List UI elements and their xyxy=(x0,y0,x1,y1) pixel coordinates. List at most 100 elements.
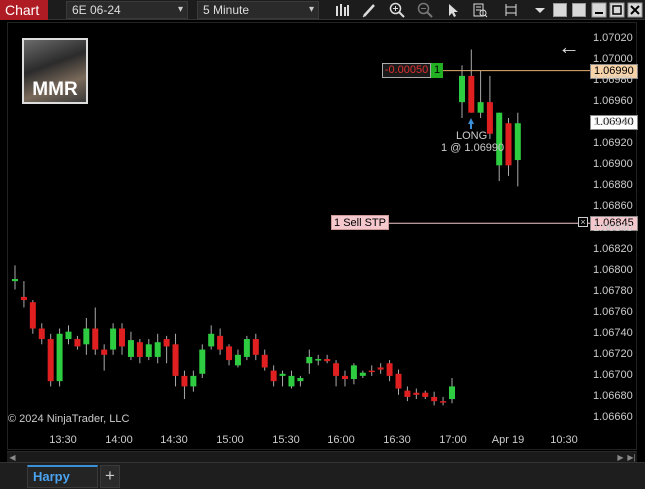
position-quantity[interactable]: 1 xyxy=(431,63,443,78)
candle-body xyxy=(315,359,322,361)
y-tick-label: 1.06680 xyxy=(593,389,633,402)
candle-body xyxy=(199,349,206,374)
y-tick-label: 1.06780 xyxy=(593,284,633,297)
candle-body xyxy=(234,354,241,366)
add-tab-button[interactable]: + xyxy=(100,465,120,488)
x-tick-label: 16:00 xyxy=(327,434,355,446)
candle-body xyxy=(368,370,375,373)
cancel-order-icon[interactable]: × xyxy=(578,217,588,227)
candle-body xyxy=(190,375,197,387)
candle-body xyxy=(38,328,45,340)
x-tick-label: 15:30 xyxy=(272,434,300,446)
candle-body xyxy=(359,372,366,376)
y-tick-label: 1.06840 xyxy=(593,221,633,234)
stop-order-label[interactable]: 1 Sell STP xyxy=(331,215,389,230)
candle-body xyxy=(270,370,277,382)
candle-body xyxy=(172,344,179,376)
y-tick-label: 1.06800 xyxy=(593,263,633,276)
candle-body xyxy=(297,377,304,382)
candle-body xyxy=(422,392,429,397)
logo-text: MMR xyxy=(32,79,78,100)
candle-body xyxy=(101,349,108,355)
candle-body xyxy=(181,375,188,387)
candle-body xyxy=(163,339,170,347)
candle-body xyxy=(505,123,512,166)
candle-body xyxy=(459,75,465,103)
candle-body xyxy=(431,396,438,402)
entry-label: LONG xyxy=(456,130,488,142)
y-tick-label: 1.06940 xyxy=(593,116,633,129)
horizontal-scrollbar[interactable]: ◀ ▶ ▶| xyxy=(7,451,637,462)
candle-body xyxy=(341,375,348,380)
x-tick-label: 15:00 xyxy=(216,434,244,446)
candle-body xyxy=(154,342,161,357)
candle-body xyxy=(83,328,90,345)
x-tick-label: 14:30 xyxy=(160,434,188,446)
candle-body xyxy=(386,363,393,376)
candle-body xyxy=(449,386,455,400)
candle-body xyxy=(486,102,493,134)
candle-body xyxy=(65,331,72,340)
y-tick-label: 1.06660 xyxy=(593,411,633,423)
x-tick-label: 10:30 xyxy=(550,434,578,446)
candle-body xyxy=(127,340,134,357)
candle-body xyxy=(279,373,286,376)
y-tick-label: 1.06720 xyxy=(593,347,633,360)
candle-body xyxy=(395,373,402,389)
y-tick-label: 1.07020 xyxy=(593,32,633,44)
candle-body xyxy=(350,365,357,380)
candle-body xyxy=(377,367,384,370)
candle-body xyxy=(92,328,99,350)
position-pnl[interactable]: -0.00050 xyxy=(382,63,431,78)
candle-body xyxy=(333,363,340,376)
candle-body xyxy=(477,102,484,113)
y-tick-label: 1.06900 xyxy=(593,158,633,171)
candle-body xyxy=(29,302,36,329)
y-tick-label: 1.06700 xyxy=(593,368,633,381)
candle-body xyxy=(404,390,411,397)
candle-body xyxy=(217,335,224,350)
candle-body xyxy=(47,339,54,382)
y-tick-label: 1.06760 xyxy=(593,305,633,318)
tab-harpy[interactable]: Harpy xyxy=(27,465,98,488)
candle-body xyxy=(413,392,420,395)
x-tick-label: 17:00 xyxy=(439,434,467,446)
y-tick-label: 1.06960 xyxy=(593,95,633,108)
candle-body xyxy=(496,112,503,166)
copyright-text: © 2024 NinjaTrader, LLC xyxy=(8,413,130,425)
candle-body xyxy=(514,123,521,161)
candle-body xyxy=(306,356,313,364)
tab-bar: Harpy + xyxy=(0,462,645,489)
x-tick-label: 14:00 xyxy=(105,434,133,446)
candle-body xyxy=(74,339,81,347)
y-tick-label: 1.06740 xyxy=(593,326,633,339)
candle-body xyxy=(145,344,152,357)
y-tick-label: 1.06820 xyxy=(593,242,633,255)
candle-body xyxy=(56,333,63,382)
candle-body xyxy=(252,339,259,355)
entry-detail: 1 @ 1.06990 xyxy=(441,142,505,154)
candle-body xyxy=(136,342,143,357)
candle-body xyxy=(243,339,250,357)
back-arrow-icon[interactable]: ← xyxy=(558,36,580,58)
x-tick-label: Apr 19 xyxy=(491,434,525,446)
entry-arrow-icon xyxy=(468,118,474,129)
x-tick-label: 13:30 xyxy=(49,434,77,446)
candle-body xyxy=(110,328,117,350)
candle-body xyxy=(468,75,475,113)
candle-body xyxy=(226,346,233,361)
chart-window: Chart 6E 06-24 ▾ 5 Minute ▾ MMR ← -0.000… xyxy=(0,0,645,489)
y-tick-label: 1.06860 xyxy=(593,200,633,213)
y-tick-label: 1.06920 xyxy=(593,137,633,150)
y-tick-label: 1.06880 xyxy=(593,179,633,192)
candle-body xyxy=(261,354,268,368)
candle-body xyxy=(324,359,331,362)
candle-body xyxy=(119,328,126,347)
y-tick-label: 1.07000 xyxy=(593,53,633,66)
candle-body xyxy=(12,279,18,282)
y-tick-label: 1.06980 xyxy=(593,74,633,87)
logo-image: MMR xyxy=(22,38,88,104)
candle-body xyxy=(288,375,295,387)
x-tick-label: 16:30 xyxy=(383,434,411,446)
candle-body xyxy=(20,296,27,301)
